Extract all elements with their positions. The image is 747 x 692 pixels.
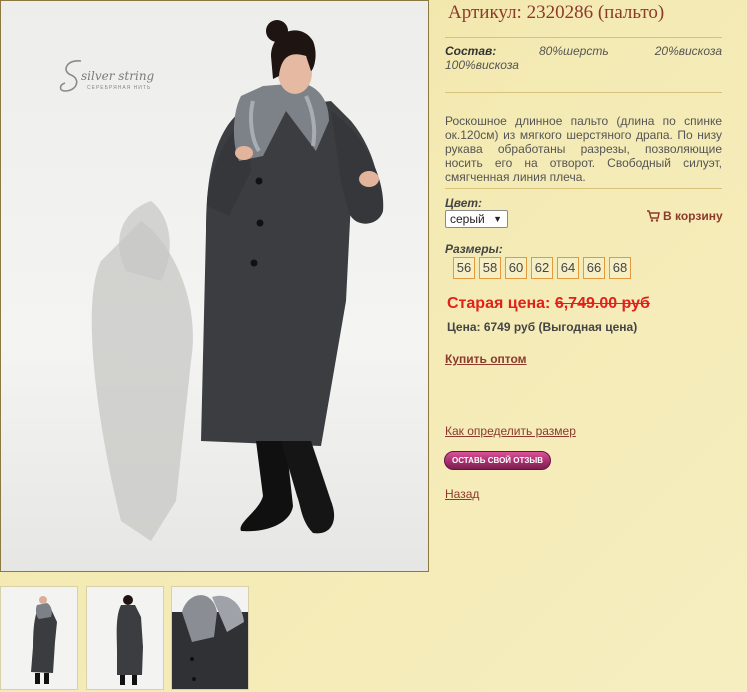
- color-label: Цвет:: [445, 196, 483, 210]
- add-to-cart-label: В корзину: [663, 209, 723, 223]
- leave-review-button[interactable]: ОСТАВЬ СВОЙ ОТЗЫВ: [444, 451, 551, 470]
- product-description: Роскошное длинное пальто (длина по спинк…: [445, 114, 722, 184]
- divider: [445, 188, 722, 189]
- composition-part-1: 80%шерсть: [539, 44, 609, 58]
- cart-icon: [647, 210, 660, 222]
- divider: [445, 37, 722, 38]
- size-option[interactable]: 58: [479, 257, 501, 279]
- composition-label: Состав:: [445, 44, 497, 58]
- composition-part-2: 20%вискоза: [654, 44, 722, 58]
- size-option[interactable]: 64: [557, 257, 579, 279]
- composition-part-3: 100%вискоза: [445, 58, 519, 72]
- brand-subtitle: СЕРЕБРЯНАЯ НИТЬ: [87, 85, 152, 91]
- main-product-photo[interactable]: silver string СЕРЕБРЯНАЯ НИТЬ: [0, 0, 429, 572]
- old-price: Старая цена: 6,749.00 руб: [447, 295, 650, 313]
- composition: Состав: 80%шерсть 20%вискоза 100%вискоза: [445, 44, 722, 72]
- size-option[interactable]: 68: [609, 257, 631, 279]
- thumbnail-back-image: [116, 595, 143, 685]
- divider: [445, 92, 722, 93]
- old-price-value: 6,749.00 руб: [554, 295, 650, 312]
- thumbnail-collar-detail-image: [172, 595, 248, 689]
- old-price-label: Старая цена:: [447, 295, 551, 312]
- size-option[interactable]: 60: [505, 257, 527, 279]
- size-option[interactable]: 66: [583, 257, 605, 279]
- size-option[interactable]: 56: [453, 257, 475, 279]
- size-option[interactable]: 62: [531, 257, 553, 279]
- buy-wholesale-link[interactable]: Купить оптом: [445, 352, 527, 366]
- size-guide-link[interactable]: Как определить размер: [445, 424, 576, 438]
- sizes-label: Размеры:: [445, 242, 503, 256]
- thumbnail-1[interactable]: [0, 586, 78, 690]
- brand-name: silver string: [81, 69, 155, 83]
- current-price: Цена: 6749 руб (Выгодная цена): [447, 320, 638, 334]
- product-title: Артикул: 2320286 (пальто): [448, 2, 665, 23]
- color-select-value: серый: [450, 212, 485, 226]
- color-select[interactable]: серый ▼: [445, 210, 508, 228]
- thumbnail-2[interactable]: [86, 586, 164, 690]
- brand-logo: silver string СЕРЕБРЯНАЯ НИТЬ: [59, 57, 174, 97]
- thumbnail-front-image: [31, 596, 57, 684]
- dropdown-arrow-icon: ▼: [493, 214, 502, 224]
- back-link[interactable]: Назад: [445, 487, 479, 501]
- thumbnail-3[interactable]: [171, 586, 249, 690]
